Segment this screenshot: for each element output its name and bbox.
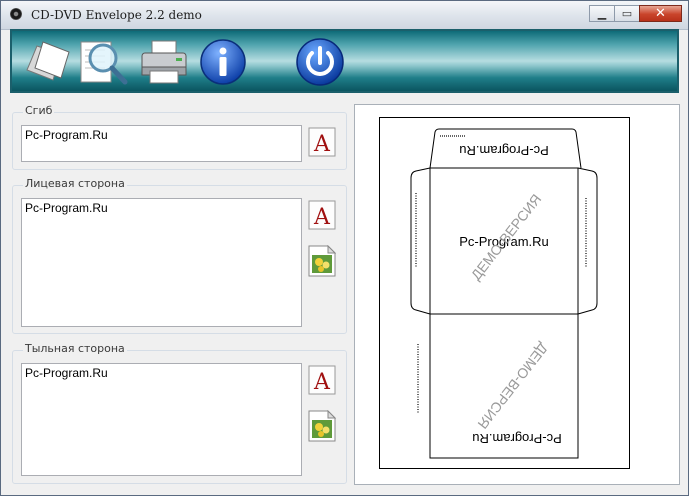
front-group: Лицевая сторона Pc-Program.Ru A bbox=[12, 177, 347, 334]
preview-button[interactable] bbox=[76, 35, 130, 89]
envelope-template: Pc-Program.Ru Pc-Program.Ru ДЕМО-ВЕРСИЯ … bbox=[410, 128, 598, 459]
power-icon bbox=[296, 38, 344, 86]
preview-back-text: Pc-Program.Ru bbox=[472, 431, 562, 446]
image-icon bbox=[308, 410, 336, 442]
right-side-flap bbox=[577, 167, 598, 315]
minimize-button[interactable]: ▁ bbox=[589, 5, 615, 22]
close-icon: ✕ bbox=[655, 6, 666, 21]
front-image-button[interactable] bbox=[307, 245, 337, 277]
font-icon: A bbox=[308, 200, 336, 230]
magnifier-icon bbox=[80, 41, 128, 85]
app-disc-icon bbox=[10, 8, 22, 20]
close-button[interactable]: ✕ bbox=[639, 5, 682, 22]
minimize-icon: ▁ bbox=[597, 7, 607, 20]
back-text-input[interactable]: Pc-Program.Ru bbox=[21, 363, 302, 476]
info-button[interactable] bbox=[196, 35, 250, 89]
print-button[interactable] bbox=[137, 35, 191, 89]
preview-fold-text: Pc-Program.Ru bbox=[459, 143, 549, 158]
new-button[interactable] bbox=[22, 35, 76, 89]
printer-icon bbox=[141, 40, 187, 84]
title-bar[interactable]: CD-DVD Envelope 2.2 demo ▁ ▭ ✕ bbox=[1, 1, 688, 30]
page-sheet: Pc-Program.Ru Pc-Program.Ru ДЕМО-ВЕРСИЯ … bbox=[379, 117, 630, 469]
window-title: CD-DVD Envelope 2.2 demo bbox=[31, 8, 202, 22]
fold-group: Сгиб Pc-Program.Ru A bbox=[12, 104, 347, 170]
svg-text:A: A bbox=[313, 205, 331, 230]
fold-font-button[interactable]: A bbox=[307, 127, 337, 157]
preview-watermark-back: ДЕМО-ВЕРСИЯ bbox=[475, 340, 552, 432]
exit-button[interactable] bbox=[293, 35, 347, 89]
image-icon bbox=[308, 245, 336, 277]
maximize-icon: ▭ bbox=[621, 7, 633, 20]
svg-text:A: A bbox=[313, 370, 331, 395]
info-icon bbox=[200, 39, 246, 85]
font-icon: A bbox=[308, 365, 336, 395]
back-image-button[interactable] bbox=[307, 410, 337, 442]
left-side-flap bbox=[410, 167, 431, 315]
back-group: Тыльная сторона Pc-Program.Ru A bbox=[12, 342, 347, 484]
font-icon: A bbox=[308, 127, 336, 157]
front-text-input[interactable]: Pc-Program.Ru bbox=[21, 198, 302, 327]
toolbar bbox=[10, 29, 679, 93]
svg-text:A: A bbox=[313, 132, 331, 157]
blank-pages-icon bbox=[26, 41, 70, 81]
fold-text-input[interactable]: Pc-Program.Ru bbox=[21, 125, 302, 162]
maximize-button[interactable]: ▭ bbox=[614, 5, 640, 22]
app-window: CD-DVD Envelope 2.2 demo ▁ ▭ ✕ Сгиб Pc-P… bbox=[0, 0, 689, 496]
back-font-button[interactable]: A bbox=[307, 365, 337, 395]
front-label: Лицевая сторона bbox=[23, 177, 127, 190]
front-font-button[interactable]: A bbox=[307, 200, 337, 230]
fold-label: Сгиб bbox=[23, 104, 55, 117]
envelope-preview-panel: Pc-Program.Ru Pc-Program.Ru ДЕМО-ВЕРСИЯ … bbox=[354, 104, 680, 485]
back-label: Тыльная сторона bbox=[23, 342, 127, 355]
window-controls: ▁ ▭ ✕ bbox=[589, 5, 682, 22]
